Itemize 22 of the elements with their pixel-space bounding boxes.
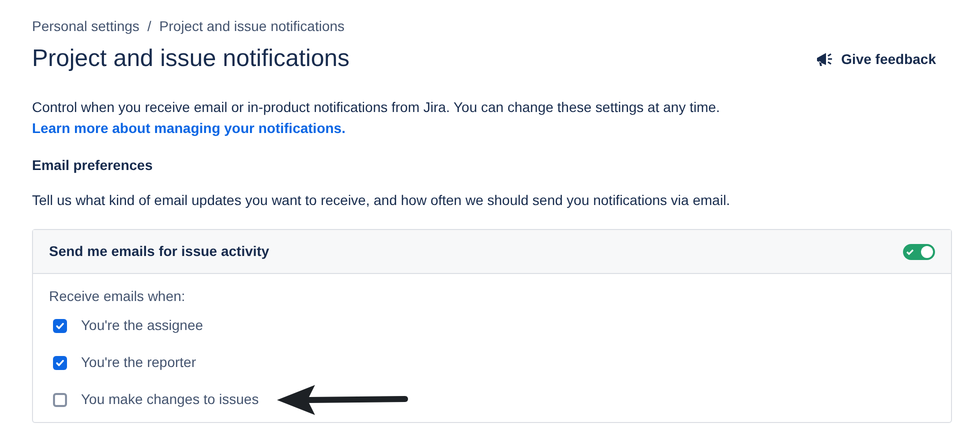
option-label: You're the assignee bbox=[81, 316, 204, 335]
learn-more-link[interactable]: Learn more about managing your notifications. bbox=[32, 118, 346, 139]
page-title: Project and issue notifications bbox=[32, 44, 350, 74]
description-text: Control when you receive email or in-product notifications from Jira. You can change these settings at any time. bbox=[32, 98, 721, 117]
feedback-button[interactable]: Give feedback bbox=[815, 48, 936, 70]
checkbox[interactable] bbox=[53, 318, 67, 332]
option-label: You make changes to issues bbox=[81, 390, 259, 409]
breadcrumb-separator: / bbox=[147, 17, 152, 36]
breadcrumb-link[interactable]: Project and issue notifications bbox=[159, 16, 345, 37]
section-heading: Email preferences bbox=[32, 156, 154, 175]
checkmark-icon bbox=[55, 320, 65, 330]
section-description: Tell us what kind of email updates you want to receive, and how often we should send you notifications via email. bbox=[32, 191, 732, 210]
checkmark-icon bbox=[55, 358, 65, 368]
card-title: Send me emails for issue activity bbox=[49, 242, 270, 261]
toggle-switch[interactable] bbox=[903, 244, 935, 260]
option-label: You're the reporter bbox=[81, 353, 196, 372]
checkbox[interactable] bbox=[53, 356, 67, 370]
breadcrumb-link[interactable]: Personal settings bbox=[32, 16, 140, 37]
megaphone-icon bbox=[815, 50, 834, 68]
checkmark-icon bbox=[905, 246, 915, 256]
checkbox[interactable] bbox=[53, 392, 67, 406]
options-label: Receive emails when: bbox=[49, 287, 186, 306]
